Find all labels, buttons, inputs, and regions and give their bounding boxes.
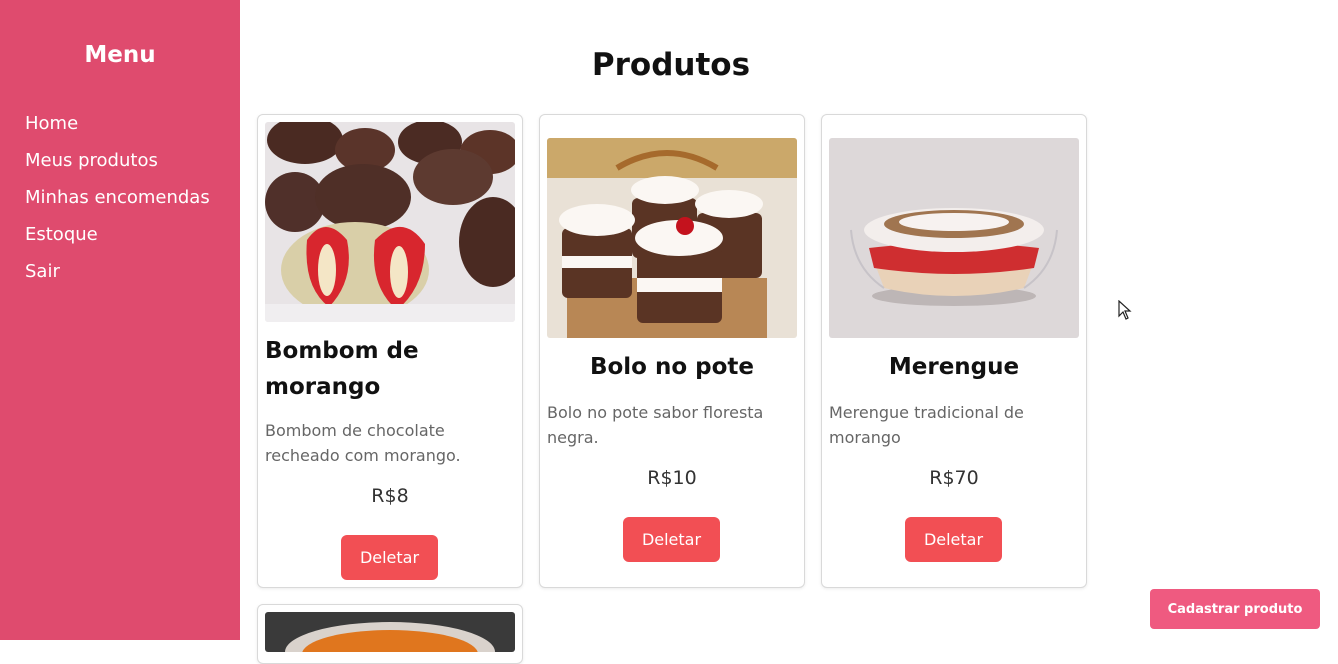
main-content: Produtos Bombom de morango Bombom de cho…	[240, 0, 1338, 664]
sidebar-item-sair[interactable]: Sair	[25, 260, 210, 297]
product-card: Merengue Merengue tradicional de morango…	[821, 114, 1087, 588]
sidebar: Menu Home Meus produtos Minhas encomenda…	[0, 0, 240, 640]
product-image-bolo-no-pote	[547, 138, 797, 338]
product-description: Merengue tradicional de morango	[829, 403, 1024, 447]
delete-button[interactable]: Deletar	[623, 517, 720, 562]
product-description: Bolo no pote sabor floresta negra.	[547, 403, 764, 447]
product-image	[265, 612, 515, 652]
delete-button[interactable]: Deletar	[341, 535, 438, 580]
sidebar-item-estoque[interactable]: Estoque	[25, 223, 210, 260]
product-price: R$8	[371, 485, 409, 507]
product-description: Bombom de chocolate recheado com morango…	[265, 421, 461, 465]
delete-button[interactable]: Deletar	[905, 517, 1002, 562]
product-price: R$10	[647, 467, 697, 489]
sidebar-title: Menu	[84, 42, 156, 68]
product-image-merengue	[829, 138, 1079, 338]
product-card	[257, 604, 523, 664]
product-name: Bolo no pote	[589, 354, 755, 380]
sidebar-item-meus-produtos[interactable]: Meus produtos	[25, 149, 210, 186]
page-title: Produtos	[591, 47, 751, 83]
mouse-cursor-icon	[1118, 300, 1132, 320]
sidebar-item-minhas-encomendas[interactable]: Minhas encomendas	[25, 186, 210, 223]
sidebar-item-home[interactable]: Home	[25, 112, 210, 149]
product-name: Merengue	[888, 354, 1020, 380]
product-card: Bombom de morango Bombom de chocolate re…	[257, 114, 523, 588]
product-name: Bombom de morango	[265, 338, 419, 400]
add-product-button[interactable]: Cadastrar produto	[1150, 589, 1320, 629]
product-price: R$70	[929, 467, 979, 489]
product-card: Bolo no pote Bolo no pote sabor floresta…	[539, 114, 805, 588]
sidebar-menu: Home Meus produtos Minhas encomendas Est…	[25, 112, 210, 297]
product-image-bombom	[265, 122, 515, 322]
